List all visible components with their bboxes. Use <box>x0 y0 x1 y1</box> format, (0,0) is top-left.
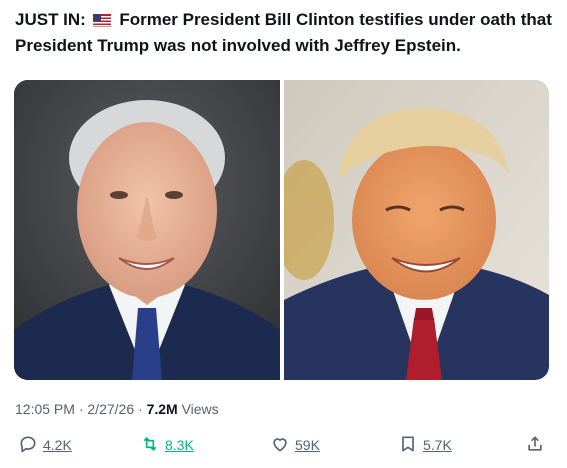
meta-separator-2: · <box>134 401 147 417</box>
post-prefix: JUST IN: <box>15 10 86 29</box>
post-text: JUST IN: Former President Bill Clinton t… <box>15 8 555 58</box>
photo-trump[interactable] <box>284 80 549 380</box>
post-date[interactable]: 2/27/26 <box>87 401 134 417</box>
bookmark-button[interactable]: 5.7K <box>398 430 452 460</box>
reply-count: 4.2K <box>43 437 72 453</box>
like-icon <box>270 434 295 457</box>
photo-clinton[interactable] <box>14 80 280 380</box>
share-button[interactable] <box>525 430 550 460</box>
repost-count: 8.3K <box>165 437 194 453</box>
like-count: 59K <box>295 437 320 453</box>
share-icon <box>525 434 550 457</box>
views-label: Views <box>177 401 219 417</box>
post-meta: 12:05 PM · 2/27/26 · 7.2M Views <box>15 401 219 417</box>
bookmark-icon <box>398 434 423 457</box>
action-bar: 4.2K 8.3K 59K 5.7K <box>0 430 567 460</box>
like-button[interactable]: 59K <box>270 430 320 460</box>
reply-icon <box>18 434 43 457</box>
us-flag-icon <box>92 10 111 34</box>
repost-button[interactable]: 8.3K <box>140 430 194 460</box>
media-grid[interactable] <box>14 80 549 380</box>
reply-button[interactable]: 4.2K <box>18 430 72 460</box>
repost-icon <box>140 434 165 457</box>
bookmark-count: 5.7K <box>423 437 452 453</box>
post-time[interactable]: 12:05 PM <box>15 401 75 417</box>
views-count: 7.2M <box>146 401 178 417</box>
meta-separator: · <box>74 401 88 417</box>
